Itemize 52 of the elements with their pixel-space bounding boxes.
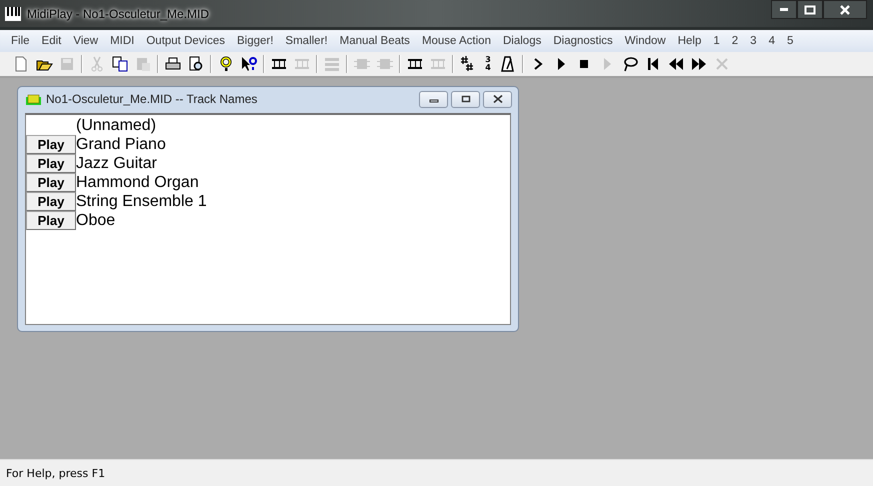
track-name: Jazz Guitar [76, 154, 157, 172]
piano-keys-icon [5, 6, 21, 20]
magnifier-page-icon[interactable] [187, 55, 205, 73]
child-window-title: No1-Osculetur_Me.MID -- Track Names [46, 92, 258, 106]
play-button[interactable]: Play [26, 135, 76, 154]
close-button[interactable] [823, 0, 867, 19]
restore-button[interactable] [451, 90, 480, 108]
menu-item[interactable]: Diagnostics [547, 35, 619, 47]
menu-item[interactable]: 4 [762, 35, 781, 47]
metronome-icon[interactable] [499, 55, 517, 73]
minimize-button[interactable] [771, 0, 797, 19]
menu-item[interactable]: File [5, 35, 36, 47]
folder-icon [26, 94, 41, 104]
track-name: (Unnamed) [76, 116, 156, 134]
track-name: String Ensemble 1 [76, 192, 207, 210]
menu-item[interactable]: 2 [726, 35, 744, 47]
time-signature-button[interactable]: 3 4 [482, 56, 494, 72]
close-icon [492, 95, 502, 103]
loop-icon[interactable] [621, 55, 639, 73]
status-text: For Help, press F1 [6, 466, 106, 480]
rewind-icon[interactable] [667, 55, 685, 73]
menu-item[interactable]: Output Devices [140, 35, 231, 47]
play-button[interactable]: Play [26, 173, 76, 192]
maximize-icon [804, 4, 816, 14]
menu-item[interactable]: Dialogs [496, 35, 548, 47]
menu-item[interactable]: Edit [36, 35, 68, 47]
close-button[interactable] [483, 90, 512, 108]
track-name: Hammond Organ [76, 174, 199, 192]
menu-item[interactable]: Manual Beats [334, 35, 416, 47]
menu-item[interactable]: Window [618, 35, 672, 47]
menu-item[interactable]: View [67, 35, 104, 47]
menu-item[interactable]: 1 [707, 35, 726, 47]
menu-item[interactable]: 5 [780, 35, 800, 47]
menu-item[interactable]: Bigger! [230, 35, 280, 47]
play-button[interactable]: Play [26, 154, 76, 173]
menu-item[interactable]: MIDI [104, 35, 140, 47]
menu-item[interactable]: Smaller! [279, 35, 334, 47]
track-name: Grand Piano [76, 136, 166, 154]
minimize-icon [780, 8, 788, 11]
track-name: Oboe [76, 212, 116, 230]
menu-item[interactable]: 3 [744, 35, 763, 47]
window-title: MidiPlay - No1-Osculetur_Me.MID [27, 6, 210, 20]
menu-item[interactable]: Help [672, 35, 708, 47]
menu-item[interactable]: Mouse Action [416, 35, 497, 47]
close-icon [839, 4, 851, 14]
minimize-button[interactable] [419, 90, 448, 108]
play-button[interactable]: Play [26, 192, 76, 211]
fast-forward-icon[interactable] [690, 55, 708, 73]
play-button[interactable]: Play [26, 211, 76, 230]
restore-icon [460, 95, 470, 103]
copy-icon[interactable] [111, 55, 129, 73]
maximize-button[interactable] [797, 0, 823, 19]
